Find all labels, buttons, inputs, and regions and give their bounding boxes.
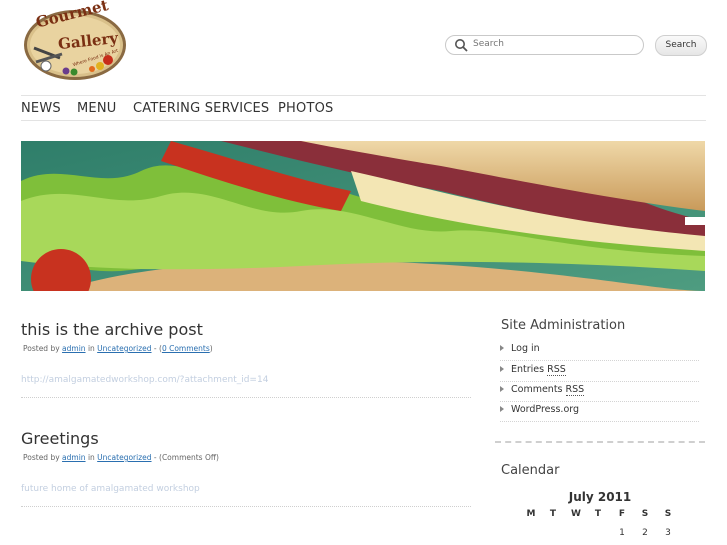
in-label: in (87, 453, 95, 462)
bullet-arrow-icon (500, 366, 504, 372)
post-body-link[interactable]: http://amalgamatedworkshop.com/?attachme… (21, 375, 268, 385)
calendar-day-header: T (549, 509, 557, 519)
post-meta: Posted by admin in Uncategorized - (0 Co… (23, 344, 213, 353)
post-divider (21, 506, 471, 507)
sidebar-item-label: Log in (511, 343, 540, 354)
category-link[interactable]: Uncategorized (97, 453, 151, 462)
sidebar-item-label: WordPress.org (511, 404, 580, 415)
calendar-day: 2 (642, 528, 648, 538)
search-box (445, 35, 644, 55)
bullet-arrow-icon (500, 386, 504, 392)
post-meta: Posted by admin in Uncategorized - (Comm… (23, 453, 219, 462)
calendar-day-header: T (594, 509, 602, 519)
nav-item-menu[interactable]: MENU (77, 101, 116, 116)
in-label: in (87, 344, 95, 353)
category-link[interactable]: Uncategorized (97, 344, 151, 353)
calendar-heading: Calendar (501, 463, 560, 478)
author-link[interactable]: admin (62, 344, 86, 353)
author-link[interactable]: admin (62, 453, 86, 462)
site-admin-heading: Site Administration (501, 318, 626, 333)
rss-abbr: RSS (565, 384, 585, 396)
calendar-day: 3 (665, 528, 671, 538)
site-logo[interactable]: Gourmet Gallery Where Food is An Art (22, 0, 128, 82)
post-title[interactable]: this is the archive post (21, 320, 203, 339)
search-input[interactable] (473, 37, 633, 51)
calendar-caption: July 2011 (568, 490, 632, 504)
post-body-text: future home of amalgamated workshop (21, 484, 200, 494)
post-divider (21, 397, 471, 398)
sidebar-item-log-in[interactable]: Log in (500, 340, 699, 361)
nav-item-news[interactable]: NEWS (21, 101, 61, 116)
calendar-day-header: F (618, 509, 626, 519)
rss-abbr: RSS (547, 364, 566, 376)
posted-by-label: Posted by (23, 344, 60, 353)
comments-suffix: ) (209, 344, 213, 353)
comments-prefix: - ( (153, 344, 162, 353)
search-button[interactable]: Search (655, 35, 707, 56)
post-title[interactable]: Greetings (21, 429, 99, 448)
sidebar-divider (495, 441, 705, 443)
sidebar-item-label: Entries RSS (511, 364, 566, 376)
sidebar-item-wordpress-org[interactable]: WordPress.org (500, 401, 699, 422)
sandwich-image (21, 141, 705, 291)
sidebar-item-comments-rss[interactable]: Comments RSS (500, 381, 699, 402)
calendar-day-header: S (664, 509, 672, 519)
comments-link[interactable]: 0 Comments (162, 344, 210, 353)
nav-item-photos[interactable]: PHOTOS (278, 101, 333, 116)
header-banner-image (21, 141, 705, 291)
main-nav: NEWS MENU CATERING SERVICES PHOTOS (21, 95, 706, 121)
bullet-arrow-icon (500, 345, 504, 351)
calendar-day-header: S (641, 509, 649, 519)
calendar-day: 1 (619, 528, 625, 538)
bullet-arrow-icon (500, 406, 504, 412)
posted-by-label: Posted by (23, 453, 60, 462)
nav-item-catering-services[interactable]: CATERING SERVICES (133, 101, 269, 116)
search-icon (455, 39, 468, 52)
sidebar-item-entries-rss[interactable]: Entries RSS (500, 361, 699, 382)
sidebar-item-label: Comments RSS (511, 384, 585, 396)
comments-status: - (Comments Off) (153, 453, 219, 462)
calendar-day-header: W (571, 509, 581, 519)
calendar-day-header: M (526, 509, 536, 519)
